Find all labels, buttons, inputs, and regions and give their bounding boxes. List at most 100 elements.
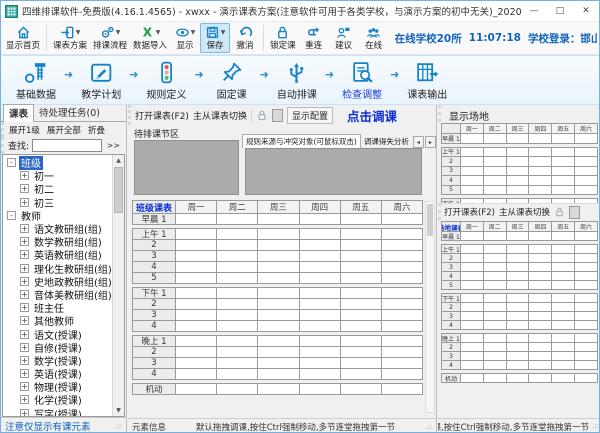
lock-icon[interactable] (554, 206, 565, 218)
toolbar-button-gears[interactable]: ▼ 排课流程 (90, 23, 130, 53)
tree-item[interactable]: + 其他教师 (3, 314, 112, 328)
find-more-button[interactable]: >> (105, 141, 122, 150)
timetable-cell[interactable] (529, 133, 553, 144)
timetable-cell[interactable] (483, 373, 507, 383)
dropdown-arrow-icon[interactable]: ▼ (191, 29, 196, 36)
expand-icon[interactable]: + (20, 171, 29, 181)
timetable-cell[interactable] (176, 368, 218, 380)
expand-icon[interactable]: + (20, 316, 29, 326)
timetable-cell[interactable] (217, 272, 259, 284)
timetable-cell[interactable] (340, 368, 382, 380)
tree-item[interactable]: + 数学(授课) (3, 354, 112, 368)
expand-icon[interactable]: + (20, 197, 29, 207)
timetable-cell[interactable] (552, 231, 576, 241)
tree-item[interactable]: + 音体美教研组(组) (3, 288, 112, 302)
collapse-icon[interactable]: - (7, 210, 16, 220)
timetable-cell[interactable] (575, 184, 598, 195)
lock-icon[interactable] (256, 109, 268, 122)
timetable-cell[interactable] (575, 231, 598, 241)
timetable-cell[interactable] (461, 360, 484, 370)
expand-icon[interactable]: + (20, 276, 29, 286)
tree-tool-button[interactable]: 展开1级 (9, 124, 40, 136)
toolbar-button-save[interactable]: ▼ 保存 (200, 23, 231, 53)
expand-icon[interactable]: + (20, 303, 29, 313)
timetable-cell[interactable] (340, 383, 382, 395)
expand-icon[interactable]: + (20, 263, 29, 273)
workflow-step-inspect[interactable]: 检查调整 (335, 60, 389, 101)
workflow-step-export[interactable]: 课表输出 (400, 60, 454, 101)
timetable-cell[interactable] (506, 280, 530, 290)
tab-scroll-right-icon[interactable]: ▸ (424, 136, 436, 148)
timetable-cell[interactable] (461, 280, 484, 290)
timetable-cell[interactable] (217, 320, 259, 332)
timetable-cell[interactable] (258, 272, 300, 284)
tree-item[interactable]: + 初三 (3, 196, 112, 210)
timetable-cell[interactable] (176, 383, 218, 395)
timetable-cell[interactable] (529, 373, 553, 383)
timetable-cell[interactable] (381, 320, 424, 332)
open-timetable-button[interactable]: 打开课表(F2) (444, 206, 495, 218)
expand-icon[interactable]: + (20, 382, 29, 392)
sidebar-tab[interactable]: 课表 (3, 104, 35, 122)
tree-item[interactable]: + 英语(授课) (3, 367, 112, 381)
timetable-cell[interactable] (461, 231, 484, 241)
timetable-cell[interactable] (461, 320, 484, 330)
timetable-cell[interactable] (461, 184, 484, 195)
click-adjust-label[interactable]: 点击调课 (347, 106, 397, 125)
timetable-cell[interactable] (483, 231, 507, 241)
timetable-cell[interactable] (258, 383, 300, 395)
toolbar-button-undo[interactable]: 撤消 (230, 23, 260, 53)
scroll-up-icon[interactable]: ▲ (113, 155, 124, 166)
rules-tab[interactable]: 调课得失分析 (361, 135, 412, 148)
toolbar-button-reconnect[interactable]: 重连 (299, 23, 329, 53)
timetable-cell[interactable] (461, 373, 484, 383)
toolbar-button-scheme[interactable]: ▼ 课表方案 (50, 23, 90, 53)
expand-icon[interactable]: + (20, 355, 29, 365)
tree-item[interactable]: - 班级 (3, 156, 112, 171)
workflow-step-bolt[interactable]: 基础数据 (9, 60, 63, 101)
timetable-cell[interactable] (483, 184, 507, 195)
workflow-step-branch[interactable]: 自动排课 (270, 60, 324, 101)
timetable-cell[interactable] (258, 213, 300, 225)
small-toggle-button[interactable] (271, 108, 283, 122)
timetable-cell[interactable] (299, 272, 341, 284)
timetable-cell[interactable] (217, 213, 259, 225)
grid-scrollbar[interactable] (425, 201, 435, 413)
timetable-cell[interactable] (529, 360, 553, 370)
expand-icon[interactable]: + (20, 395, 29, 405)
tree-item[interactable]: + 语文(授课) (3, 327, 112, 342)
tree-item[interactable]: + 初一 (3, 169, 112, 183)
scrollbar-thumb[interactable] (427, 204, 433, 236)
toolbar-button-home[interactable]: 显示首页 (3, 23, 43, 53)
timetable-cell[interactable] (529, 320, 553, 330)
timetable-cell[interactable] (340, 272, 382, 284)
dropdown-arrow-icon[interactable]: ▼ (116, 29, 121, 36)
timetable-cell[interactable] (176, 320, 218, 332)
timetable-cell[interactable] (381, 368, 424, 380)
timetable-cell[interactable] (506, 133, 530, 144)
expand-icon[interactable]: + (20, 342, 29, 352)
tree-item[interactable]: + 写字(授课) (3, 407, 112, 416)
timetable-cell[interactable] (176, 272, 218, 284)
pending-periods-box[interactable] (134, 140, 239, 195)
expand-icon[interactable]: + (20, 237, 29, 247)
open-timetable-button[interactable]: 打开课表(F2) (135, 109, 189, 122)
minimize-button[interactable]: — (521, 1, 547, 21)
tree-tool-button[interactable]: 折叠 (88, 124, 105, 136)
workflow-step-plan[interactable]: 教学计划 (74, 60, 128, 101)
dropdown-arrow-icon[interactable]: ▼ (156, 29, 161, 36)
timetable-cell[interactable] (258, 320, 300, 332)
expand-icon[interactable]: + (20, 289, 29, 299)
tree-item[interactable]: + 史地政教研组(组) (3, 275, 112, 289)
timetable-cell[interactable] (552, 280, 576, 290)
rules-conflict-box[interactable] (245, 148, 422, 195)
tree-item[interactable]: + 初二 (3, 182, 112, 196)
timetable-cell[interactable] (506, 373, 530, 383)
expand-icon[interactable]: + (20, 224, 29, 234)
display-config-button[interactable]: 显示配置 (286, 106, 333, 124)
tree-item[interactable]: + 英语教研组(组) (3, 248, 112, 262)
expand-icon[interactable]: + (20, 250, 29, 260)
tree-item[interactable]: + 语文教研组(组) (3, 222, 112, 236)
timetable-cell[interactable] (552, 184, 576, 195)
tree-item[interactable]: + 化学(授课) (3, 393, 112, 407)
